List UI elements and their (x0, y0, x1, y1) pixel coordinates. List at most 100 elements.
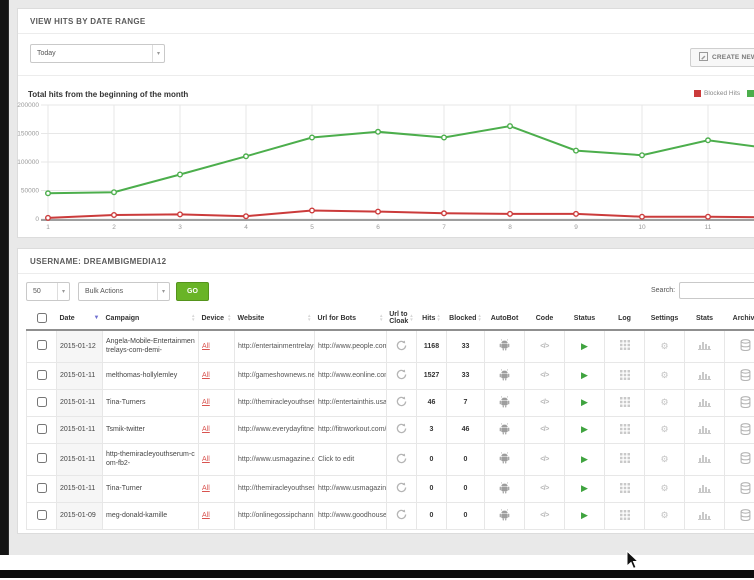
refresh-circle-icon[interactable] (396, 423, 407, 434)
col-header-device[interactable]: Device (202, 315, 225, 322)
sort-icon[interactable]: ▲▼ (307, 314, 311, 322)
grid-calendar-icon[interactable] (620, 340, 630, 350)
grid-calendar-icon[interactable] (620, 483, 630, 493)
grid-calendar-icon[interactable] (620, 510, 630, 520)
android-robot-icon[interactable] (499, 339, 510, 351)
cell-url-for-bots[interactable]: http://www.usmagazine.c... (315, 475, 387, 502)
select-all-checkbox[interactable] (37, 313, 47, 323)
refresh-circle-icon[interactable] (396, 369, 407, 380)
device-link[interactable]: All (202, 399, 210, 406)
grid-calendar-icon[interactable] (620, 424, 630, 434)
bulk-actions-select[interactable]: Bulk Actions ▾ (78, 282, 170, 301)
code-brackets-icon[interactable]: </> (540, 456, 549, 463)
android-robot-icon[interactable] (499, 369, 510, 381)
search-input[interactable] (679, 282, 754, 299)
col-header-hits[interactable]: Hits (422, 315, 435, 322)
gear-icon[interactable]: ⚙ (660, 424, 668, 434)
col-header-url_for_bots[interactable]: Url for Bots (318, 315, 357, 322)
refresh-circle-icon[interactable] (396, 340, 407, 351)
col-header-campaign[interactable]: Campaign (106, 315, 140, 322)
code-brackets-icon[interactable]: </> (540, 372, 549, 379)
gear-icon[interactable]: ⚙ (660, 454, 668, 464)
play-icon[interactable]: ▶ (581, 341, 588, 351)
refresh-circle-icon[interactable] (396, 396, 407, 407)
play-icon[interactable]: ▶ (581, 483, 588, 493)
play-icon[interactable]: ▶ (581, 370, 588, 380)
play-icon[interactable]: ▶ (581, 510, 588, 520)
refresh-circle-icon[interactable] (396, 453, 407, 464)
gear-icon[interactable]: ⚙ (660, 510, 668, 520)
sort-icon[interactable]: ▲▼ (477, 314, 481, 322)
row-checkbox[interactable] (37, 424, 47, 434)
gear-icon[interactable]: ⚙ (660, 483, 668, 493)
bar-chart-icon[interactable] (698, 510, 711, 520)
bar-chart-icon[interactable] (698, 397, 711, 407)
database-icon[interactable] (740, 369, 751, 381)
device-link[interactable]: All (202, 426, 210, 433)
grid-calendar-icon[interactable] (620, 370, 630, 380)
device-link[interactable]: All (202, 343, 210, 350)
refresh-circle-icon[interactable] (396, 482, 407, 493)
page-size-select[interactable]: 50 ▾ (26, 282, 70, 301)
cell-url-for-bots[interactable]: http://www.goodhousele... (315, 502, 387, 529)
code-brackets-icon[interactable]: </> (540, 426, 549, 433)
sort-icon[interactable]: ▲▼ (409, 314, 413, 322)
sort-icon[interactable]: ▲▼ (227, 314, 231, 322)
row-checkbox[interactable] (37, 397, 47, 407)
bar-chart-icon[interactable] (698, 424, 711, 434)
create-campaign-button[interactable]: CREATE NEW CAMPAIGN (690, 48, 754, 67)
row-checkbox[interactable] (37, 510, 47, 520)
sort-desc-icon[interactable]: ▼ (94, 315, 100, 321)
database-icon[interactable] (740, 423, 751, 435)
sort-icon[interactable]: ▲▼ (379, 314, 383, 322)
grid-calendar-icon[interactable] (620, 453, 630, 463)
cell-url-for-bots[interactable]: http://www.people.com/ar... (315, 330, 387, 362)
col-header-website[interactable]: Website (238, 315, 265, 322)
bar-chart-icon[interactable] (698, 340, 711, 350)
device-link[interactable]: All (202, 485, 210, 492)
code-brackets-icon[interactable]: </> (540, 343, 549, 350)
bar-chart-icon[interactable] (698, 483, 711, 493)
col-header-url_to_cloak[interactable]: Url to Cloak (389, 311, 408, 325)
date-range-select[interactable]: Today ▾ (30, 44, 165, 63)
sort-icon[interactable]: ▲▼ (436, 314, 440, 322)
device-link[interactable]: All (202, 512, 210, 519)
code-brackets-icon[interactable]: </> (540, 485, 549, 492)
row-checkbox[interactable] (37, 370, 47, 380)
database-icon[interactable] (740, 452, 751, 464)
code-brackets-icon[interactable]: </> (540, 512, 549, 519)
code-brackets-icon[interactable]: </> (540, 399, 549, 406)
gear-icon[interactable]: ⚙ (660, 341, 668, 351)
refresh-circle-icon[interactable] (396, 509, 407, 520)
cell-url-for-bots[interactable]: http://www.eonline.com/n... (315, 362, 387, 389)
row-checkbox[interactable] (37, 483, 47, 493)
col-header-date[interactable]: Date (60, 315, 75, 322)
go-button[interactable]: GO (176, 282, 209, 301)
android-robot-icon[interactable] (499, 509, 510, 521)
android-robot-icon[interactable] (499, 423, 510, 435)
play-icon[interactable]: ▶ (581, 454, 588, 464)
android-robot-icon[interactable] (499, 396, 510, 408)
device-link[interactable]: All (202, 372, 210, 379)
play-icon[interactable]: ▶ (581, 397, 588, 407)
android-robot-icon[interactable] (499, 452, 510, 464)
database-icon[interactable] (740, 339, 751, 351)
row-checkbox[interactable] (37, 340, 47, 350)
cell-url-for-bots[interactable]: Click to edit (315, 443, 387, 475)
col-header-blocked[interactable]: Blocked (449, 315, 476, 322)
grid-calendar-icon[interactable] (620, 397, 630, 407)
gear-icon[interactable]: ⚙ (660, 370, 668, 380)
database-icon[interactable] (740, 482, 751, 494)
device-link[interactable]: All (202, 456, 210, 463)
cell-url-for-bots[interactable]: http://fitnworkout.com/ (315, 416, 387, 443)
cell-url-for-bots[interactable]: http://entertainthis.usatod... (315, 389, 387, 416)
bar-chart-icon[interactable] (698, 453, 711, 463)
sort-icon[interactable]: ▲▼ (191, 314, 195, 322)
gear-icon[interactable]: ⚙ (660, 397, 668, 407)
database-icon[interactable] (740, 509, 751, 521)
database-icon[interactable] (740, 396, 751, 408)
row-checkbox[interactable] (37, 453, 47, 463)
android-robot-icon[interactable] (499, 482, 510, 494)
bar-chart-icon[interactable] (698, 370, 711, 380)
play-icon[interactable]: ▶ (581, 424, 588, 434)
